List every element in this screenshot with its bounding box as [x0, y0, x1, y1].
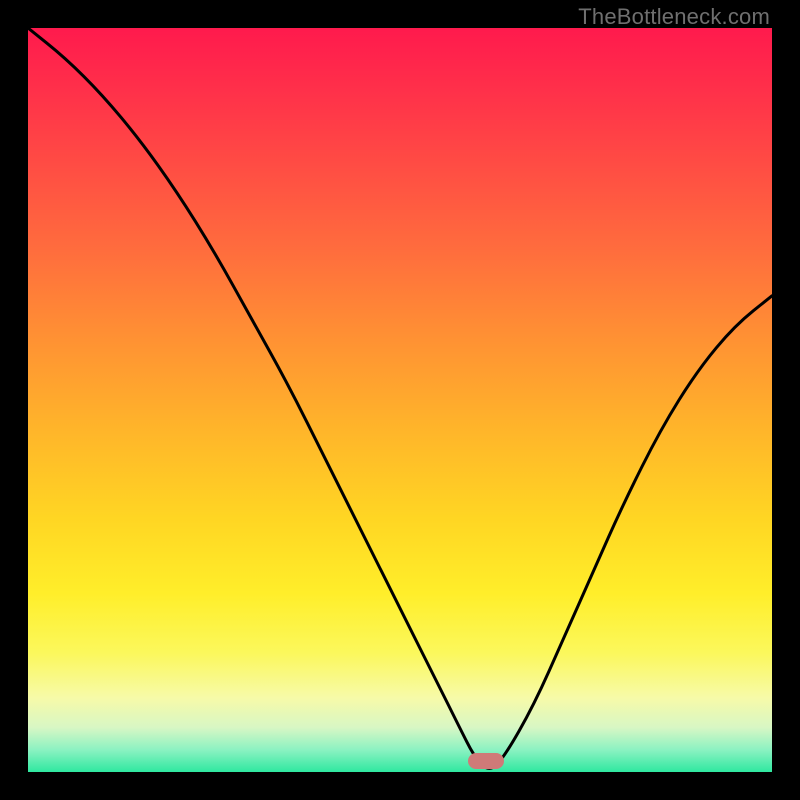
- bottleneck-curve: [28, 28, 772, 772]
- plot-area: [28, 28, 772, 772]
- optimal-point-marker: [468, 753, 504, 769]
- watermark-text: TheBottleneck.com: [578, 4, 770, 30]
- chart-frame: TheBottleneck.com: [0, 0, 800, 800]
